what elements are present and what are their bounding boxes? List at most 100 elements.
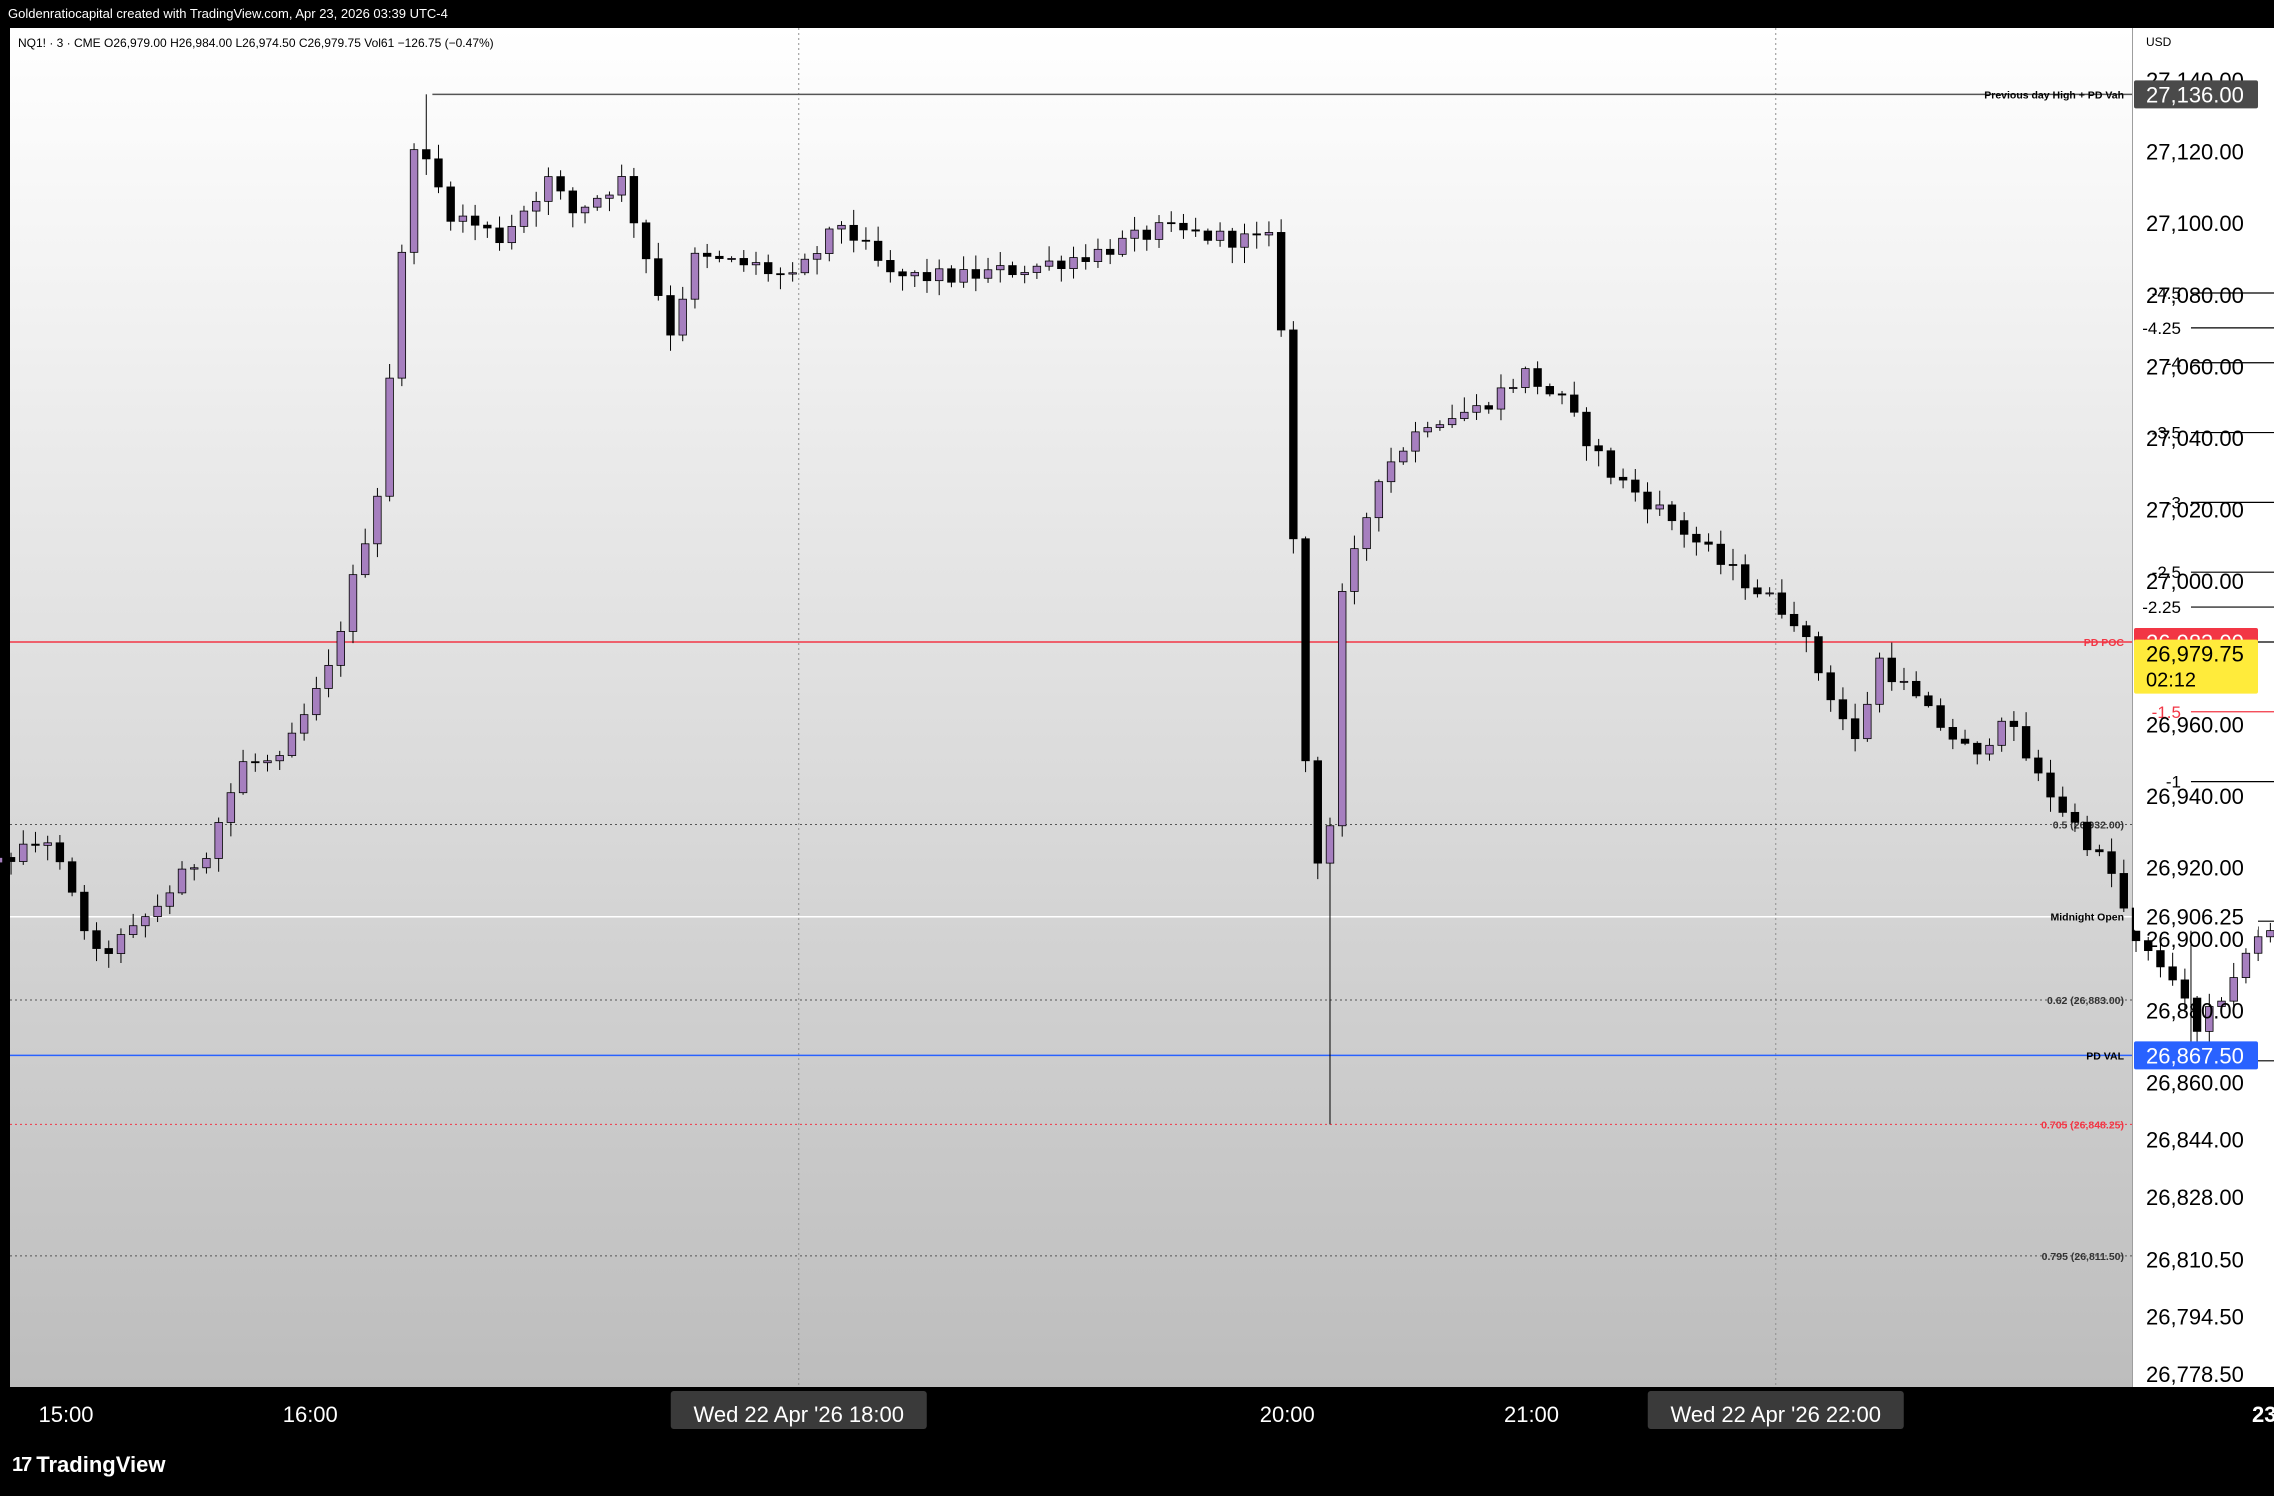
price-chart[interactable]: Previous day High + PD VahPD POC0.5 (26,…: [0, 28, 2274, 1436]
candle-body: [336, 631, 345, 666]
candle-body: [800, 258, 810, 274]
chart-caption: Goldenratiocapital created with TradingV…: [8, 6, 448, 21]
candle-body: [1130, 229, 1139, 239]
candle-body: [1069, 257, 1078, 270]
candle-body: [1435, 424, 1445, 428]
candle-body: [1386, 461, 1396, 483]
candle-body: [556, 176, 565, 192]
candle-body: [861, 239, 871, 242]
candle-body: [1496, 387, 1506, 410]
candle-body: [849, 224, 858, 241]
candle-body: [1057, 260, 1066, 270]
candle-body: [812, 253, 822, 260]
candle-body: [0, 857, 4, 864]
candle-body: [2009, 720, 2019, 727]
price-tick-label: 26,940.00: [2146, 784, 2244, 809]
level-label: 0.795 (26,811.50): [2042, 1251, 2124, 1263]
candle-body: [397, 251, 407, 379]
candle-body: [1081, 257, 1090, 262]
candle-body: [128, 925, 138, 935]
level-label: 0.62 (26,883.00): [2047, 995, 2124, 1007]
candle-body: [275, 755, 284, 762]
candle-body: [983, 269, 993, 279]
candle-body: [1301, 538, 1310, 762]
candle-body: [226, 792, 236, 823]
candle-body: [1863, 703, 1872, 740]
candle-body: [116, 934, 126, 954]
candle-body: [1899, 680, 1909, 683]
candle-body: [1313, 760, 1322, 864]
time-tick-label: 23: [2252, 1402, 2274, 1427]
candle-body: [1484, 405, 1493, 410]
candle-body: [1704, 541, 1713, 545]
candle-body: [422, 149, 431, 160]
candle-body: [764, 262, 773, 275]
chart-area[interactable]: Previous day High + PD Vah PD POC 0.5 (26,…: [0, 28, 2274, 1436]
candle-body: [92, 930, 101, 949]
price-tick-label: 26,778.50: [2146, 1362, 2244, 1387]
price-tick-label: 27,020.00: [2146, 498, 2244, 523]
candle-body: [446, 186, 455, 222]
candle-body: [55, 842, 65, 863]
candle-body: [1411, 431, 1420, 452]
candle-body: [1167, 222, 1176, 225]
price-tick-label: 27,080.00: [2146, 283, 2244, 308]
current-price-label: 26,979.75: [2146, 642, 2244, 667]
candle-body: [1814, 636, 1823, 674]
candle-body: [470, 215, 480, 226]
candle-body: [385, 377, 394, 497]
candle-body: [1973, 742, 1982, 755]
candle-body: [1570, 394, 1579, 413]
candle-body: [727, 258, 736, 260]
candle-body: [788, 272, 797, 275]
candle-body: [910, 272, 919, 277]
candle-body: [1447, 418, 1457, 426]
candle-body: [1533, 368, 1542, 387]
candle-body: [495, 227, 504, 244]
candle-body: [1631, 479, 1640, 493]
candle-body: [1240, 233, 1249, 248]
candle-body: [947, 268, 956, 283]
candle-body: [2046, 772, 2055, 798]
candle-body: [1789, 613, 1799, 627]
price-tick-label: 27,000.00: [2146, 569, 2244, 594]
candle-body: [1582, 411, 1591, 447]
candle-body: [1325, 825, 1335, 864]
candle-body: [2229, 977, 2238, 1002]
candle-body: [1252, 233, 1261, 236]
time-highlight-label: Wed 22 Apr '26 22:00: [1670, 1402, 1881, 1427]
price-badge-label: 26,867.50: [2146, 1043, 2244, 1068]
candle-body: [299, 714, 309, 734]
candle-body: [1765, 592, 1774, 595]
candle-body: [1142, 229, 1151, 240]
candle-body: [1264, 232, 1274, 236]
candle-body: [1423, 427, 1432, 433]
candle-body: [1020, 272, 1029, 276]
candle-body: [1887, 657, 1896, 683]
candle-body: [1692, 533, 1701, 543]
candle-body: [1044, 260, 1054, 267]
price-tick-label: 26,844.00: [2146, 1128, 2244, 1153]
candle-body: [2156, 950, 2165, 968]
candle-body: [1399, 450, 1408, 463]
candle-body: [2070, 811, 2080, 823]
candle-body: [1032, 265, 1042, 273]
candle-body: [1802, 625, 1811, 638]
candle-body: [629, 176, 639, 224]
candle-body: [2241, 952, 2251, 978]
candle-body: [1289, 329, 1298, 540]
price-badge-label: 26,906.25: [2146, 905, 2244, 930]
candle-body: [202, 858, 211, 869]
price-tick-label: 27,040.00: [2146, 426, 2244, 451]
tradingview-logo-icon: 17: [12, 1453, 32, 1476]
candle-body: [287, 732, 297, 756]
candle-body: [519, 210, 529, 227]
candle-body: [654, 258, 663, 296]
candle-body: [1948, 727, 1958, 740]
fib-level-label: -2.25: [2142, 598, 2181, 617]
candle-body: [873, 240, 883, 261]
candle-body: [751, 262, 761, 266]
candle-body: [1777, 592, 1787, 615]
candle-body: [1508, 387, 1518, 389]
candle-body: [1374, 481, 1384, 519]
